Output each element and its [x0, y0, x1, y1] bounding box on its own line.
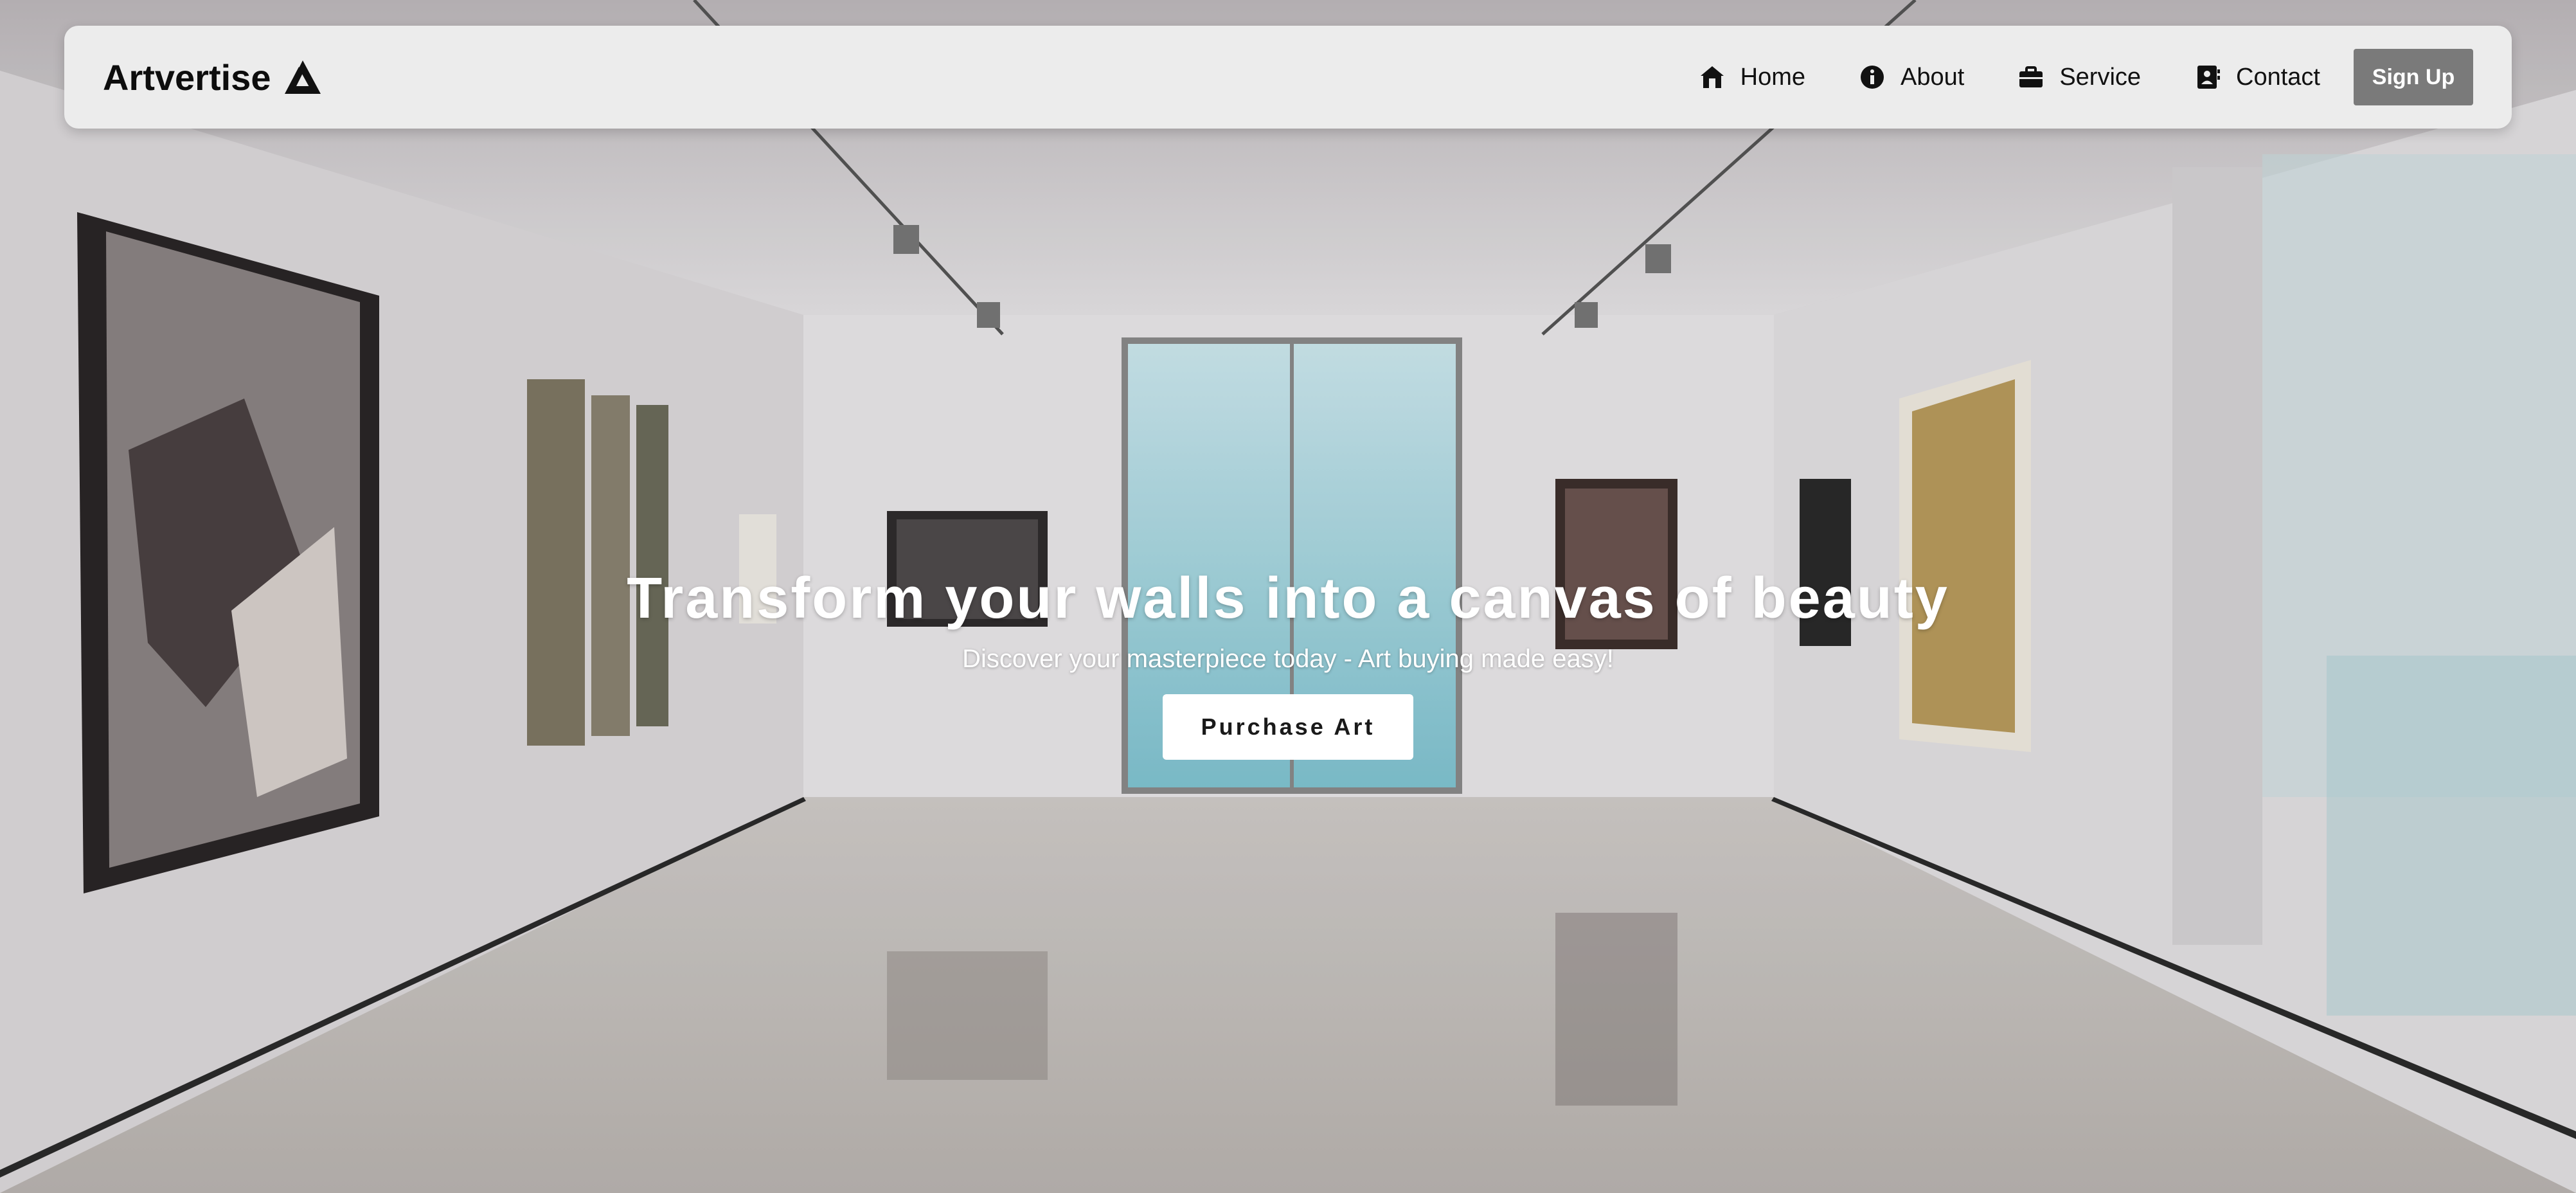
nav-link-label: About — [1901, 63, 1965, 91]
contact-card-icon — [2195, 64, 2221, 90]
home-icon — [1699, 64, 1725, 90]
info-icon — [1859, 64, 1885, 90]
purchase-art-button[interactable]: Purchase Art — [1163, 694, 1413, 760]
signup-button[interactable]: Sign Up — [2354, 49, 2473, 105]
nav-link-label: Home — [1740, 63, 1805, 91]
brand-name[interactable]: Artvertise — [103, 57, 271, 98]
nav-links: Home About Service Contact Sign Up — [1645, 49, 2473, 105]
nav-link-service[interactable]: Service — [2018, 64, 2141, 91]
nav-link-label: Service — [2059, 63, 2142, 91]
nav-link-home[interactable]: Home — [1699, 64, 1805, 91]
hero-title: Transform your walls into a canvas of be… — [627, 566, 1949, 631]
hero-section: Transform your walls into a canvas of be… — [0, 566, 2576, 760]
landing-page: Artvertise Home About Service Contact Si… — [0, 0, 2576, 1193]
nav-link-contact[interactable]: Contact — [2195, 64, 2320, 91]
nav-link-about[interactable]: About — [1859, 64, 1964, 91]
hero-subtitle: Discover your masterpiece today - Art bu… — [962, 645, 1614, 673]
briefcase-icon — [2018, 64, 2044, 90]
artvertise-logo-icon — [285, 60, 321, 94]
brand[interactable]: Artvertise — [103, 57, 321, 98]
navbar: Artvertise Home About Service Contact Si… — [64, 26, 2512, 129]
nav-link-label: Contact — [2236, 63, 2320, 91]
